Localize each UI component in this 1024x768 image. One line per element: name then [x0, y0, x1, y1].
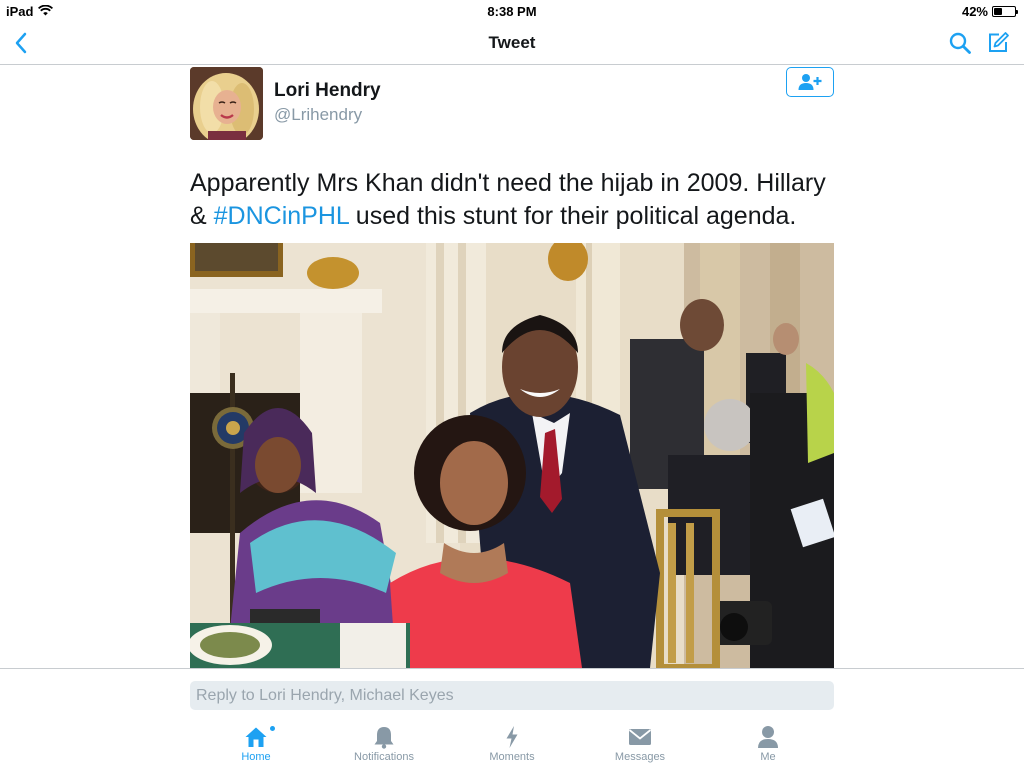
tweet: Lori Hendry @Lrihendry Apparently Mrs Kh…	[190, 66, 834, 668]
tab-label: Me	[760, 751, 776, 763]
battery-icon	[992, 6, 1018, 17]
status-time: 8:38 PM	[487, 4, 537, 19]
tab-notifications[interactable]: Notifications	[334, 724, 434, 768]
lightning-icon	[506, 726, 518, 748]
follow-button[interactable]	[786, 67, 834, 97]
home-icon	[245, 727, 267, 747]
tweet-text-part: used this stunt for their political agen…	[348, 202, 797, 230]
author-name[interactable]: Lori Hendry	[274, 80, 381, 102]
search-button[interactable]	[946, 30, 974, 56]
tab-home[interactable]: Home	[206, 724, 306, 768]
tab-label: Messages	[614, 751, 666, 763]
hashtag-link[interactable]: #DNCinPHL	[214, 202, 349, 230]
tweet-photo[interactable]	[190, 243, 834, 668]
new-content-dot	[270, 726, 275, 731]
tweet-text: Apparently Mrs Khan didn't need the hija…	[190, 167, 834, 233]
envelope-icon	[628, 729, 652, 745]
author-handle[interactable]: @Lrihendry	[274, 105, 362, 125]
tab-label: Moments	[489, 751, 535, 763]
compose-button[interactable]	[984, 29, 1012, 57]
tab-messages[interactable]: Messages	[590, 724, 690, 768]
nav-bar: Tweet	[0, 22, 1024, 65]
bell-icon	[374, 727, 394, 749]
tab-label: Notifications	[354, 751, 414, 763]
reply-input[interactable]	[190, 681, 834, 710]
tab-moments[interactable]: Moments	[462, 724, 562, 768]
avatar[interactable]	[190, 67, 263, 140]
status-right: 42%	[961, 4, 1018, 19]
person-icon	[758, 726, 778, 748]
tab-me[interactable]: Me	[718, 724, 818, 768]
page-title: Tweet	[488, 33, 536, 52]
add-user-icon	[798, 74, 822, 90]
tab-label: Home	[241, 751, 271, 763]
status-bar: iPad 8:38 PM 42%	[0, 0, 1024, 22]
battery-fill	[994, 8, 1003, 15]
compose-icon	[989, 32, 1009, 52]
search-icon	[949, 32, 971, 54]
battery-percent: 42%	[961, 4, 988, 19]
